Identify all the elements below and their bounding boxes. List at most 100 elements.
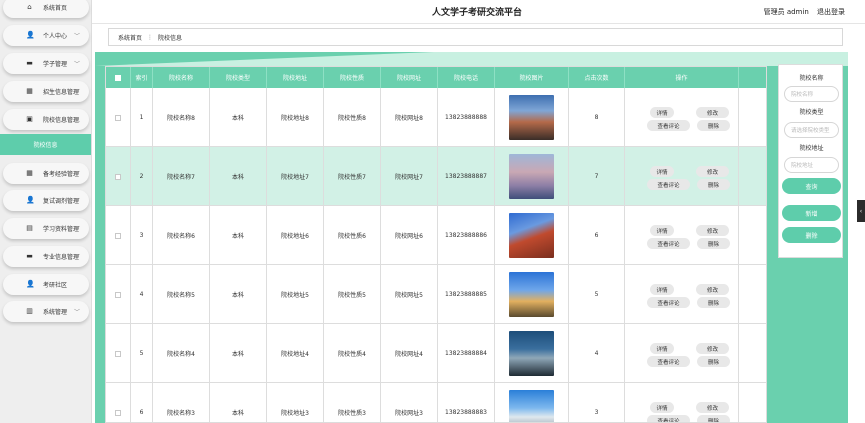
breadcrumb: 系统首页 ⋮ 院校信息 <box>108 28 843 46</box>
edit-button[interactable]: 修改 <box>696 225 729 236</box>
sidebar-item-8[interactable]: ▬ 专业信息管理 ﹀ <box>3 246 89 267</box>
detail-button[interactable]: 详情 <box>650 107 674 118</box>
detail-button[interactable]: 详情 <box>650 225 674 236</box>
cell-image <box>495 383 569 422</box>
grid-icon: ▦ <box>26 87 33 95</box>
view-comments-button[interactable]: 查看评论 <box>647 415 690 422</box>
row-checkbox[interactable] <box>115 409 121 416</box>
detail-button[interactable]: 详情 <box>650 343 674 354</box>
sidebar-item-5[interactable]: ▦ 备考经验管理 ﹀ <box>3 163 89 184</box>
edit-button[interactable]: 修改 <box>696 166 729 177</box>
school-name-input[interactable]: 院校名称 <box>784 86 839 102</box>
cell-type: 本科 <box>210 88 267 147</box>
delete-button[interactable]: 删除 <box>697 179 730 190</box>
table-row[interactable]: 1 院校名称8 本科 院校地址8 院校性质8 院校网址8 13823888888 8 详情 修改查… <box>106 88 766 147</box>
view-comments-button[interactable]: 查看评论 <box>647 356 690 367</box>
view-comments-button[interactable]: 查看评论 <box>647 120 690 131</box>
school-table: 索引 院校名称 院校类型 院校地址 院校性质 院校网址 院校电话 院校图片 点击次数 操作 1 院校… <box>105 66 767 423</box>
row-select-cell[interactable] <box>106 88 131 147</box>
sidebar-item-6[interactable]: 👤 复试调剂管理 ﹀ <box>3 190 89 211</box>
cell-index: 1 <box>131 88 153 147</box>
row-checkbox[interactable] <box>115 350 121 357</box>
logout-link[interactable]: 退出登录 <box>817 8 845 16</box>
cell-name: 院校名称5 <box>153 265 210 324</box>
column-header: 点击次数 <box>569 67 625 88</box>
batch-delete-button[interactable]: 删除 <box>782 227 841 243</box>
select-all-checkbox[interactable] <box>115 74 121 81</box>
cell-address: 院校地址7 <box>267 147 324 206</box>
row-checkbox[interactable] <box>115 232 121 239</box>
cell-type: 本科 <box>210 324 267 383</box>
edit-button[interactable]: 修改 <box>696 284 729 295</box>
sidebar-subitem-school-info[interactable]: 院校信息 <box>0 134 91 155</box>
row-select-cell[interactable] <box>106 383 131 422</box>
sidebar-item-4[interactable]: ▣ 院校信息管理 ︿ <box>3 109 89 130</box>
view-comments-button[interactable]: 查看评论 <box>647 179 690 190</box>
chevron-down-icon: ﹀ <box>73 61 80 68</box>
view-comments-button[interactable]: 查看评论 <box>647 297 690 308</box>
table-header: 索引 院校名称 院校类型 院校地址 院校性质 院校网址 院校电话 院校图片 点击次数 操作 <box>106 67 766 88</box>
edit-button[interactable]: 修改 <box>696 107 729 118</box>
school-type-select[interactable]: 请选择院校类型 <box>784 122 839 138</box>
school-photo <box>509 154 554 199</box>
table-row[interactable]: 3 院校名称6 本科 院校地址6 院校性质6 院校网址6 13823888886 6 详情 修改查… <box>106 206 766 265</box>
cell-name: 院校名称7 <box>153 147 210 206</box>
row-select-cell[interactable] <box>106 324 131 383</box>
table-row[interactable]: 6 院校名称3 本科 院校地址3 院校性质3 院校网址3 13823888883 3 详情 修改查… <box>106 383 766 422</box>
edit-button[interactable]: 修改 <box>696 343 729 354</box>
cell-actions: 详情 修改 查看评论 删除 <box>625 324 739 383</box>
school-address-input[interactable]: 院校地址 <box>784 157 839 173</box>
chevron-down-icon: ﹀ <box>73 309 80 316</box>
header-select-all[interactable] <box>106 67 131 88</box>
delete-button[interactable]: 删除 <box>697 238 730 249</box>
school-photo <box>509 331 554 376</box>
column-header: 院校地址 <box>267 67 324 88</box>
row-checkbox[interactable] <box>115 291 121 298</box>
edit-button[interactable]: 修改 <box>696 402 729 413</box>
add-button[interactable]: 新增 <box>782 205 841 221</box>
sidebar-item-2[interactable]: ▬ 学子管理 ﹀ <box>3 53 89 74</box>
delete-button[interactable]: 删除 <box>697 120 730 131</box>
delete-button[interactable]: 删除 <box>697 356 730 367</box>
school-icon: ▣ <box>26 115 33 123</box>
cell-nature: 院校性质3 <box>324 383 381 422</box>
sidebar-item-10[interactable]: ▥ 系统管理 ﹀ <box>3 301 89 322</box>
collapse-handle[interactable]: ‹ <box>857 200 865 222</box>
cell-clicks: 7 <box>569 147 625 206</box>
student-icon: ▬ <box>26 59 33 67</box>
table-row[interactable]: 2 院校名称7 本科 院校地址7 院校性质7 院校网址7 13823888887 7 详情 修改查… <box>106 147 766 206</box>
delete-button[interactable]: 删除 <box>697 297 730 308</box>
detail-button[interactable]: 详情 <box>650 284 674 295</box>
cell-url: 院校网址7 <box>381 147 438 206</box>
sidebar-item-0[interactable]: ⌂ 系统首页 <box>3 0 89 18</box>
sidebar-item-7[interactable]: ▤ 学习资料管理 ﹀ <box>3 218 89 239</box>
row-checkbox[interactable] <box>115 173 121 180</box>
sidebar-item-9[interactable]: 👤 考研社区 <box>3 274 89 295</box>
search-button[interactable]: 查询 <box>782 178 841 194</box>
detail-button[interactable]: 详情 <box>650 166 674 177</box>
breadcrumb-home[interactable]: 系统首页 <box>118 33 142 42</box>
breadcrumb-separator: ⋮ <box>147 33 154 41</box>
row-select-cell[interactable] <box>106 206 131 265</box>
cell-index: 5 <box>131 324 153 383</box>
column-header: 院校类型 <box>210 67 267 88</box>
cell-phone: 13823888884 <box>438 324 495 383</box>
view-comments-button[interactable]: 查看评论 <box>647 238 690 249</box>
detail-button[interactable]: 详情 <box>650 402 674 413</box>
row-select-cell[interactable] <box>106 265 131 324</box>
sidebar-item-3[interactable]: ▦ 招生信息管理 ﹀ <box>3 81 89 102</box>
school-photo <box>509 272 554 317</box>
row-checkbox[interactable] <box>115 114 121 121</box>
column-header: 院校性质 <box>324 67 381 88</box>
row-select-cell[interactable] <box>106 147 131 206</box>
cell-clicks: 5 <box>569 265 625 324</box>
table-row[interactable]: 4 院校名称5 本科 院校地址5 院校性质5 院校网址5 13823888885 5 详情 修改查… <box>106 265 766 324</box>
cell-name: 院校名称8 <box>153 88 210 147</box>
user-icon: 👤 <box>26 31 35 39</box>
sidebar-item-1[interactable]: 👤 个人中心 ﹀ <box>3 25 89 46</box>
table-row[interactable]: 5 院校名称4 本科 院校地址4 院校性质4 院校网址4 13823888884 4 详情 修改查… <box>106 324 766 383</box>
delete-button[interactable]: 删除 <box>697 415 730 422</box>
cell-nature: 院校性质5 <box>324 265 381 324</box>
cell-clicks: 6 <box>569 206 625 265</box>
cell-url: 院校网址4 <box>381 324 438 383</box>
